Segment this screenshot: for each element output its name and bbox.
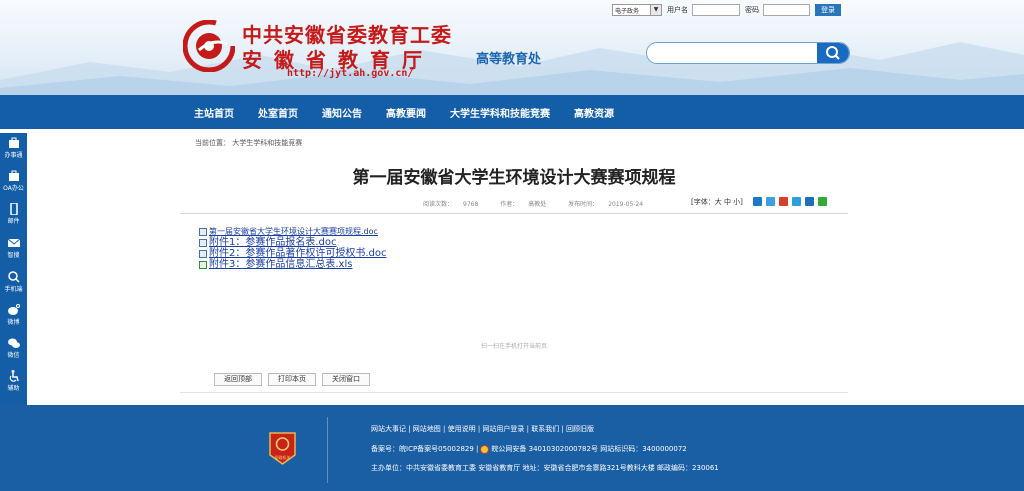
site-footer: 党政机关 网站大事记 | 网站地图 | 使用说明 | 网站用户登录 | 联系我们… [0, 405, 1024, 491]
search-input[interactable] [653, 46, 813, 60]
mobile-icon [9, 203, 18, 215]
content-divider [180, 392, 848, 393]
list-item: 附件2：参赛作品著作权许可授权书.doc [199, 248, 387, 259]
site-header: 电子政务 ▼ 用户名 密码 登录 中共安徽省委教育工委 安徽省教育厅 http:… [0, 0, 1024, 95]
sidebar-item-mobile[interactable]: 手机端 [0, 269, 27, 303]
close-window-button[interactable]: 关闭窗口 [322, 373, 370, 386]
nav-item-competitions[interactable]: 大学生学科和技能竞赛 [450, 105, 550, 120]
site-logo-icon [183, 20, 235, 72]
article-meta: 阅读次数： 9768 作者： 高教处 发布时间： 2019-05-24 [423, 199, 663, 208]
share-plus-icon[interactable] [753, 197, 762, 206]
views: 阅读次数： 9768 [423, 201, 479, 208]
attachment-link[interactable]: 第一届安徽省大学生环境设计大赛赛项规程.doc [209, 227, 378, 237]
chevron-down-icon: ▼ [650, 5, 661, 15]
gov-badge-text: 党政机关 [275, 454, 291, 460]
search-box [646, 42, 850, 64]
weibo-icon [7, 304, 20, 315]
back-to-top-button[interactable]: 返回顶部 [214, 373, 262, 386]
doc-file-icon [199, 249, 207, 258]
login-button[interactable]: 登录 [815, 4, 841, 16]
share-renren-icon[interactable] [805, 197, 814, 206]
xls-file-icon [199, 260, 207, 269]
attachment-link[interactable]: 附件1：参赛作品报名表.doc [209, 237, 337, 248]
email-select[interactable]: 电子政务 ▼ [612, 4, 662, 16]
username-input[interactable] [692, 4, 740, 16]
main-nav: 主站首页 处室首页 通知公告 高教要闻 大学生学科和技能竞赛 高教资源 [0, 95, 1024, 129]
font-size-switcher[interactable]: [字体：大 中 小] [691, 197, 743, 207]
share-wechat-icon[interactable] [818, 197, 827, 206]
attachment-link[interactable]: 附件3：参赛作品信息汇总表.xls [209, 259, 352, 270]
footer-divider [327, 417, 328, 483]
briefcase-icon [8, 137, 19, 148]
site-url: http://jyt.ah.gov.cn/ [287, 68, 414, 79]
share-bar [753, 197, 831, 206]
sidebar-item-mail[interactable]: 邮件 [0, 201, 27, 235]
sidebar-item-accessibility[interactable]: 辅助 [0, 368, 27, 402]
password-input[interactable] [763, 4, 810, 16]
float-sidebar: 办事通 OA办公 邮件 智搜 手机端 微博 微信 辅助 ‹ [0, 133, 27, 423]
login-bar: 电子政务 ▼ 用户名 密码 登录 [612, 3, 841, 17]
police-record[interactable]: 皖公网安备 34010302000782号 网站标识码：3400000072 [491, 444, 686, 454]
briefcase-icon [8, 170, 19, 181]
share-qzone-icon[interactable] [766, 197, 775, 206]
share-weibo-icon[interactable] [779, 197, 788, 206]
title-divider [180, 213, 848, 214]
doc-file-icon [199, 227, 207, 236]
qr-hint: 扫一扫在手机打开当前页 [480, 343, 547, 350]
breadcrumb-prefix: 当前位置： [195, 139, 230, 147]
breadcrumb: 当前位置： 大学生学科和技能竞赛 [195, 138, 302, 148]
search-icon [826, 46, 840, 60]
search-icon [7, 271, 20, 283]
department-name: 高等教育处 [476, 52, 542, 67]
attachment-list: 第一届安徽省大学生环境设计大赛赛项规程.doc 附件1：参赛作品报名表.doc … [199, 226, 387, 270]
sidebar-item-weibo[interactable]: 微博 [0, 302, 27, 336]
nav-item-resources[interactable]: 高教资源 [574, 105, 614, 120]
nav-item-news[interactable]: 高教要闻 [386, 105, 426, 120]
sidebar-item-oa[interactable]: OA办公 [0, 168, 27, 202]
password-label: 密码 [745, 6, 759, 14]
accessibility-icon [9, 370, 19, 382]
sidebar-item-service[interactable]: 办事通 [0, 135, 27, 169]
breadcrumb-current[interactable]: 大学生学科和技能竞赛 [232, 139, 302, 147]
nav-item-notices[interactable]: 通知公告 [322, 105, 362, 120]
nav-item-dept-home[interactable]: 处室首页 [258, 105, 298, 120]
footer-registration: 备案号：皖ICP备案号05002829 | 皖公网安备 340103020007… [371, 444, 687, 454]
print-button[interactable]: 打印本页 [268, 373, 316, 386]
search-button[interactable] [817, 43, 849, 63]
mail-icon [7, 238, 20, 247]
list-item: 附件3：参赛作品信息汇总表.xls [199, 259, 387, 270]
sidebar-item-smart-search[interactable]: 智搜 [0, 235, 27, 269]
nav-item-home[interactable]: 主站首页 [194, 105, 234, 120]
icp-number[interactable]: 备案号：皖ICP备案号05002829 | [371, 444, 478, 454]
wechat-icon [7, 338, 20, 348]
attachment-link[interactable]: 附件2：参赛作品著作权许可授权书.doc [209, 248, 387, 259]
author: 作者： 高教处 [500, 201, 547, 208]
share-tencent-icon[interactable] [792, 197, 801, 206]
footer-links[interactable]: 网站大事记 | 网站地图 | 使用说明 | 网站用户登录 | 联系我们 | 回顾… [371, 424, 594, 434]
gov-badge-icon[interactable]: 党政机关 [268, 431, 297, 466]
page-title: 第一届安徽省大学生环境设计大赛赛项规程 [352, 168, 676, 188]
footer-host-info: 主办单位：中共安徽省委教育工委 安徽省教育厅 地址：安徽省合肥市金寨路321号教… [371, 464, 719, 472]
sidebar-item-wechat[interactable]: 微信 [0, 335, 27, 369]
username-label: 用户名 [667, 6, 688, 14]
list-item: 附件1：参赛作品报名表.doc [199, 237, 387, 248]
doc-file-icon [199, 238, 207, 247]
police-badge-icon [480, 444, 490, 454]
publish-date: 发布时间： 2019-05-24 [568, 201, 644, 208]
list-item: 第一届安徽省大学生环境设计大赛赛项规程.doc [199, 226, 387, 237]
page-actions: 返回顶部 打印本页 关闭窗口 [214, 373, 376, 386]
